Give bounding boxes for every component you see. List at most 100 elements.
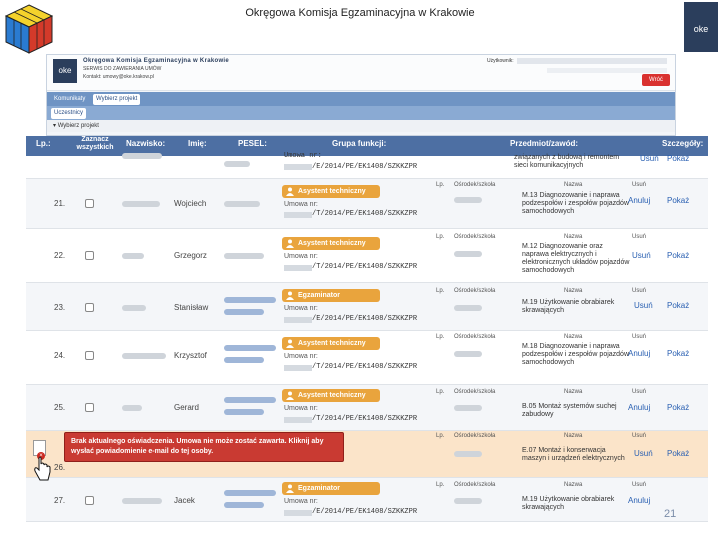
table-row: 24. Krzysztof Asystent techniczny Umowa … [26,331,708,385]
pokaz-link[interactable]: Pokaż [667,154,689,163]
row-imie: Grzegorz [174,251,207,260]
row-checkbox[interactable] [85,351,94,360]
select-all-link[interactable]: Zaznacz wszystkich [72,136,118,152]
error-tooltip[interactable]: Brak aktualnego oświadczenia. Umowa nie … [64,432,344,462]
role-label: Egzaminator [298,292,341,299]
app-frame: oke Okręgowa Komisja Egzaminacyjna w Kra… [46,54,676,136]
tab-uczestnicy[interactable]: Uczestnicy [51,108,87,119]
sub-header-osrodek: Ośrodek/szkoła [454,334,496,340]
sub-header-lp: Lp. [436,334,445,340]
table-row: 21. Wojciech Asystent techniczny Umowa n… [26,179,708,229]
przedmiot-text: M.13 Diagnozowanie i naprawa podzespołów… [522,192,630,215]
redacted-umowa-prefix [284,365,312,371]
usun-link[interactable]: Usuń [634,449,653,458]
user-icon [286,391,294,400]
pokaz-link[interactable]: Pokaż [667,403,689,412]
select-project-bar[interactable]: ▾ Wybierz projekt [47,120,675,132]
role-badge[interactable]: Egzaminator [282,482,380,495]
user-icon [286,187,294,196]
pokaz-link[interactable]: Pokaż [667,301,689,310]
row-checkbox[interactable] [85,496,94,505]
header-lp: Lp.: [36,139,51,148]
row-lp: 25. [54,403,66,412]
redacted-pesel [224,253,264,259]
row-lp: 24. [54,351,66,360]
redacted-osrodek [454,405,482,411]
przedmiot-text: M.12 Diagnozowanie oraz naprawa elektryc… [522,243,630,274]
table-row: 27. Jacek Egzaminator Umowa nr: /E/2014/… [26,478,708,522]
redacted-nazwisko [122,201,160,207]
user-icon [286,339,294,348]
redacted-osrodek [454,251,482,257]
pokaz-link[interactable]: Pokaż [667,349,689,358]
redacted-nazwisko [122,498,162,504]
redacted-pesel [224,490,276,496]
app-header: oke Okręgowa Komisja Egzaminacyjna w Kra… [47,55,675,91]
usun-link[interactable]: Usuń [634,301,653,310]
sub-header-osrodek: Ośrodek/szkoła [454,288,496,294]
umowa-label: Umowa nr: [284,405,318,412]
anuluj-link[interactable]: Anuluj [628,496,650,505]
sub-header-usun: Usuń [632,234,647,240]
redacted-umowa-prefix [284,265,312,271]
anuluj-link[interactable]: Anuluj [628,349,650,358]
przedmiot-text: M.19 Użytkowanie obrabiarek skrawających [522,496,615,511]
sub-header-osrodek: Ośrodek/szkoła [454,433,496,439]
role-label: Asystent techniczny [298,188,366,195]
umowa-label: Umowa nr: [284,152,322,160]
redacted-pesel [224,161,250,167]
role-badge[interactable]: Asystent techniczny [282,389,380,402]
table-row: 25. Gerard Asystent techniczny Umowa nr:… [26,385,708,431]
row-checkbox[interactable] [85,303,94,312]
back-button[interactable]: Wróć [642,74,670,86]
pokaz-link[interactable]: Pokaż [667,251,689,260]
row-checkbox[interactable] [85,251,94,260]
tab-wybierz-projekt[interactable]: Wybierz projekt [93,94,141,105]
przedmiot-text: M.18 Diagnozowanie i naprawa podzespołów… [522,343,630,366]
anuluj-link[interactable]: Anuluj [628,403,650,412]
pokaz-link[interactable]: Pokaż [667,196,689,205]
slide-title: Okręgowa Komisja Egzaminacyjna w Krakowi… [245,7,475,19]
hand-cursor-icon [34,456,51,481]
sub-header-osrodek: Ośrodek/szkoła [454,482,496,488]
row-lp: 23. [54,303,66,312]
row-checkbox[interactable] [85,403,94,412]
row-imie: Stanisław [174,303,209,312]
main-nav [47,92,675,106]
tab-komunikaty[interactable]: Komunikaty [51,94,88,105]
header-pesel: PESEL: [238,139,267,148]
sub-header-nazwa: Nazwa [564,288,583,294]
usun-link[interactable]: Usuń [632,251,651,260]
role-label: Asystent techniczny [298,340,366,347]
role-badge[interactable]: Asystent techniczny [282,237,380,250]
row-imie: Jacek [174,496,195,505]
umowa-number: /T/2014/PE/EK1408/SZKKZPR [312,263,418,271]
role-badge[interactable]: Egzaminator [282,289,380,302]
sub-header-usun: Usuń [632,389,647,395]
redacted-nazwisko [122,405,142,411]
usun-link[interactable]: Usuń [640,154,659,163]
sub-header-lp: Lp. [436,182,445,188]
role-label: Egzaminator [298,485,341,492]
redacted-pesel [224,297,276,303]
row-lp: 22. [54,251,66,260]
umowa-number: /E/2014/PE/EK1408/SZKKZPR [312,508,418,516]
redacted-pesel-2 [224,502,264,508]
umowa-number: /T/2014/PE/EK1408/SZKKZPR [312,363,418,371]
header-grupa: Grupa funkcji: [332,139,387,148]
header-szczegoly: Szczegóły: [662,139,704,148]
role-badge[interactable]: Asystent techniczny [282,185,380,198]
sub-header-lp: Lp. [436,482,445,488]
sub-header-usun: Usuń [632,482,647,488]
user-icon [286,239,294,248]
header-nazwisko: Nazwisko: [126,139,166,148]
role-badge[interactable]: Asystent techniczny [282,337,380,350]
participants-table: Lp.: Zaznacz wszystkich Nazwisko: Imię: … [26,136,708,522]
header-imie: Imię: [188,139,207,148]
redacted-osrodek [454,498,482,504]
anuluj-link[interactable]: Anuluj [628,196,650,205]
pokaz-link[interactable]: Pokaż [667,449,689,458]
row-checkbox[interactable] [85,199,94,208]
sub-header-osrodek: Ośrodek/szkoła [454,234,496,240]
row-lp: 21. [54,199,66,208]
